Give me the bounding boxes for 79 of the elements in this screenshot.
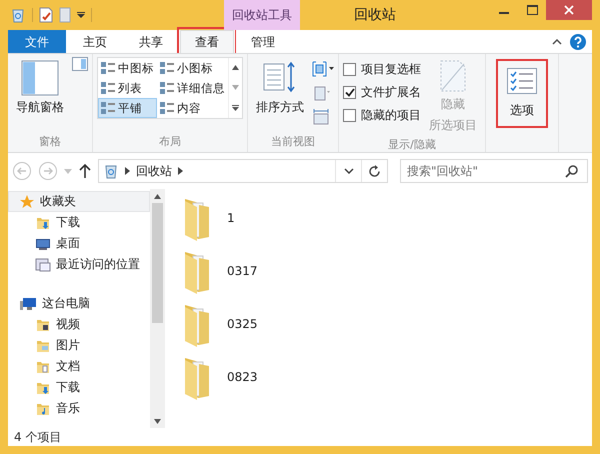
sidebar-item[interactable]: 下载	[8, 212, 150, 233]
refresh-icon[interactable]	[368, 164, 381, 178]
file-name[interactable]: 0317	[227, 264, 258, 278]
customize-dropdown-icon[interactable]	[77, 12, 85, 18]
maximize-icon[interactable]	[526, 5, 538, 15]
sidebar-item[interactable]: 收藏夹	[8, 191, 150, 212]
file-name[interactable]: 0325	[227, 317, 258, 331]
sort-by-button[interactable]: 排序方式	[252, 57, 308, 119]
layout-option[interactable]: 小图标	[157, 58, 228, 78]
file-name[interactable]: 0823	[227, 370, 258, 384]
sidebar-item[interactable]: 这台电脑	[8, 293, 150, 314]
navigation-pane-button[interactable]: 导航窗格	[12, 57, 68, 119]
add-columns-icon[interactable]	[312, 85, 330, 101]
hide-selected-icon	[439, 60, 467, 92]
ribbon-tab[interactable]: 主页	[68, 30, 122, 53]
layout-option[interactable]: 详细信息	[157, 78, 228, 98]
status-text: 4 个项目	[8, 428, 592, 446]
help-icon[interactable]	[570, 34, 586, 50]
chevron-down-icon[interactable]	[344, 168, 354, 174]
checkbox-label: 文件扩展名	[361, 84, 421, 101]
file-name[interactable]: 1	[227, 211, 235, 225]
ribbon-tab[interactable]: 查看	[180, 30, 234, 53]
sidebar-item[interactable]: 文档	[8, 356, 150, 377]
group-label: 当前视图	[270, 134, 316, 150]
collapse-ribbon-icon[interactable]	[552, 38, 562, 44]
sidebar-item[interactable]: 下载	[8, 377, 150, 398]
group-by-icon[interactable]	[312, 61, 334, 77]
layout-icon	[160, 102, 174, 114]
preview-pane-icon[interactable]	[72, 57, 88, 71]
close-button[interactable]	[546, 0, 592, 20]
layout-option[interactable]: 平铺	[98, 98, 157, 118]
checkbox[interactable]	[343, 109, 356, 122]
layout-option[interactable]: 中图标	[98, 58, 157, 78]
star-icon	[19, 194, 35, 210]
context-tab-group-label: 回收站工具	[224, 0, 300, 30]
layout-icon	[101, 62, 115, 74]
search-field[interactable]: 搜索"回收站"	[400, 159, 588, 183]
recycle-bin-icon[interactable]	[10, 7, 26, 23]
sidebar-item[interactable]: 最近访问的位置	[8, 254, 150, 275]
group-label: 显示/隐藏	[387, 137, 437, 152]
options-button[interactable]: 选项	[500, 63, 544, 124]
layout-icon	[101, 82, 115, 94]
sidebar-item[interactable]: 图片	[8, 335, 150, 356]
ribbon-tab[interactable]: 共享	[124, 30, 178, 53]
expand-icon[interactable]	[232, 104, 239, 111]
layout-icon	[160, 62, 174, 74]
up-button[interactable]	[78, 163, 92, 179]
search-icon	[565, 164, 579, 178]
checkbox-label: 项目复选框	[361, 61, 421, 78]
scrollbar[interactable]	[150, 189, 165, 428]
address-bar[interactable]: 回收站	[98, 159, 388, 183]
properties-icon[interactable]	[39, 7, 53, 23]
computer-icon	[19, 296, 37, 312]
group-label: 布局	[158, 134, 182, 150]
chevron-right-icon[interactable]	[178, 167, 183, 175]
chevron-right-icon[interactable]	[125, 167, 130, 175]
close-icon	[564, 5, 574, 15]
recycle-bin-icon	[103, 163, 119, 179]
sidebar-item[interactable]: 音乐	[8, 398, 150, 419]
scroll-down-icon[interactable]	[154, 418, 161, 424]
group-label: 窗格	[38, 134, 62, 150]
sidebar-item[interactable]: 桌面	[8, 233, 150, 254]
layout-option[interactable]: 列表	[98, 78, 157, 98]
checkbox[interactable]	[343, 86, 356, 99]
scroll-up-icon[interactable]	[232, 65, 239, 70]
scroll-up-icon[interactable]	[154, 194, 161, 198]
layout-icon	[101, 102, 115, 114]
checkbox-label: 隐藏的项目	[361, 107, 421, 124]
breadcrumb[interactable]: 回收站	[136, 162, 172, 180]
checklist-icon	[507, 68, 537, 94]
window-title: 回收站	[353, 6, 397, 25]
layout-icon	[160, 82, 174, 94]
layout-option[interactable]: 内容	[157, 98, 228, 118]
size-columns-icon[interactable]	[312, 109, 330, 125]
sidebar-item[interactable]: 视频	[8, 314, 150, 335]
ribbon-tab[interactable]: 文件	[8, 30, 66, 53]
recent-places-icon	[35, 256, 51, 272]
checkbox[interactable]	[343, 63, 356, 76]
navigation-pane-icon	[21, 60, 59, 96]
